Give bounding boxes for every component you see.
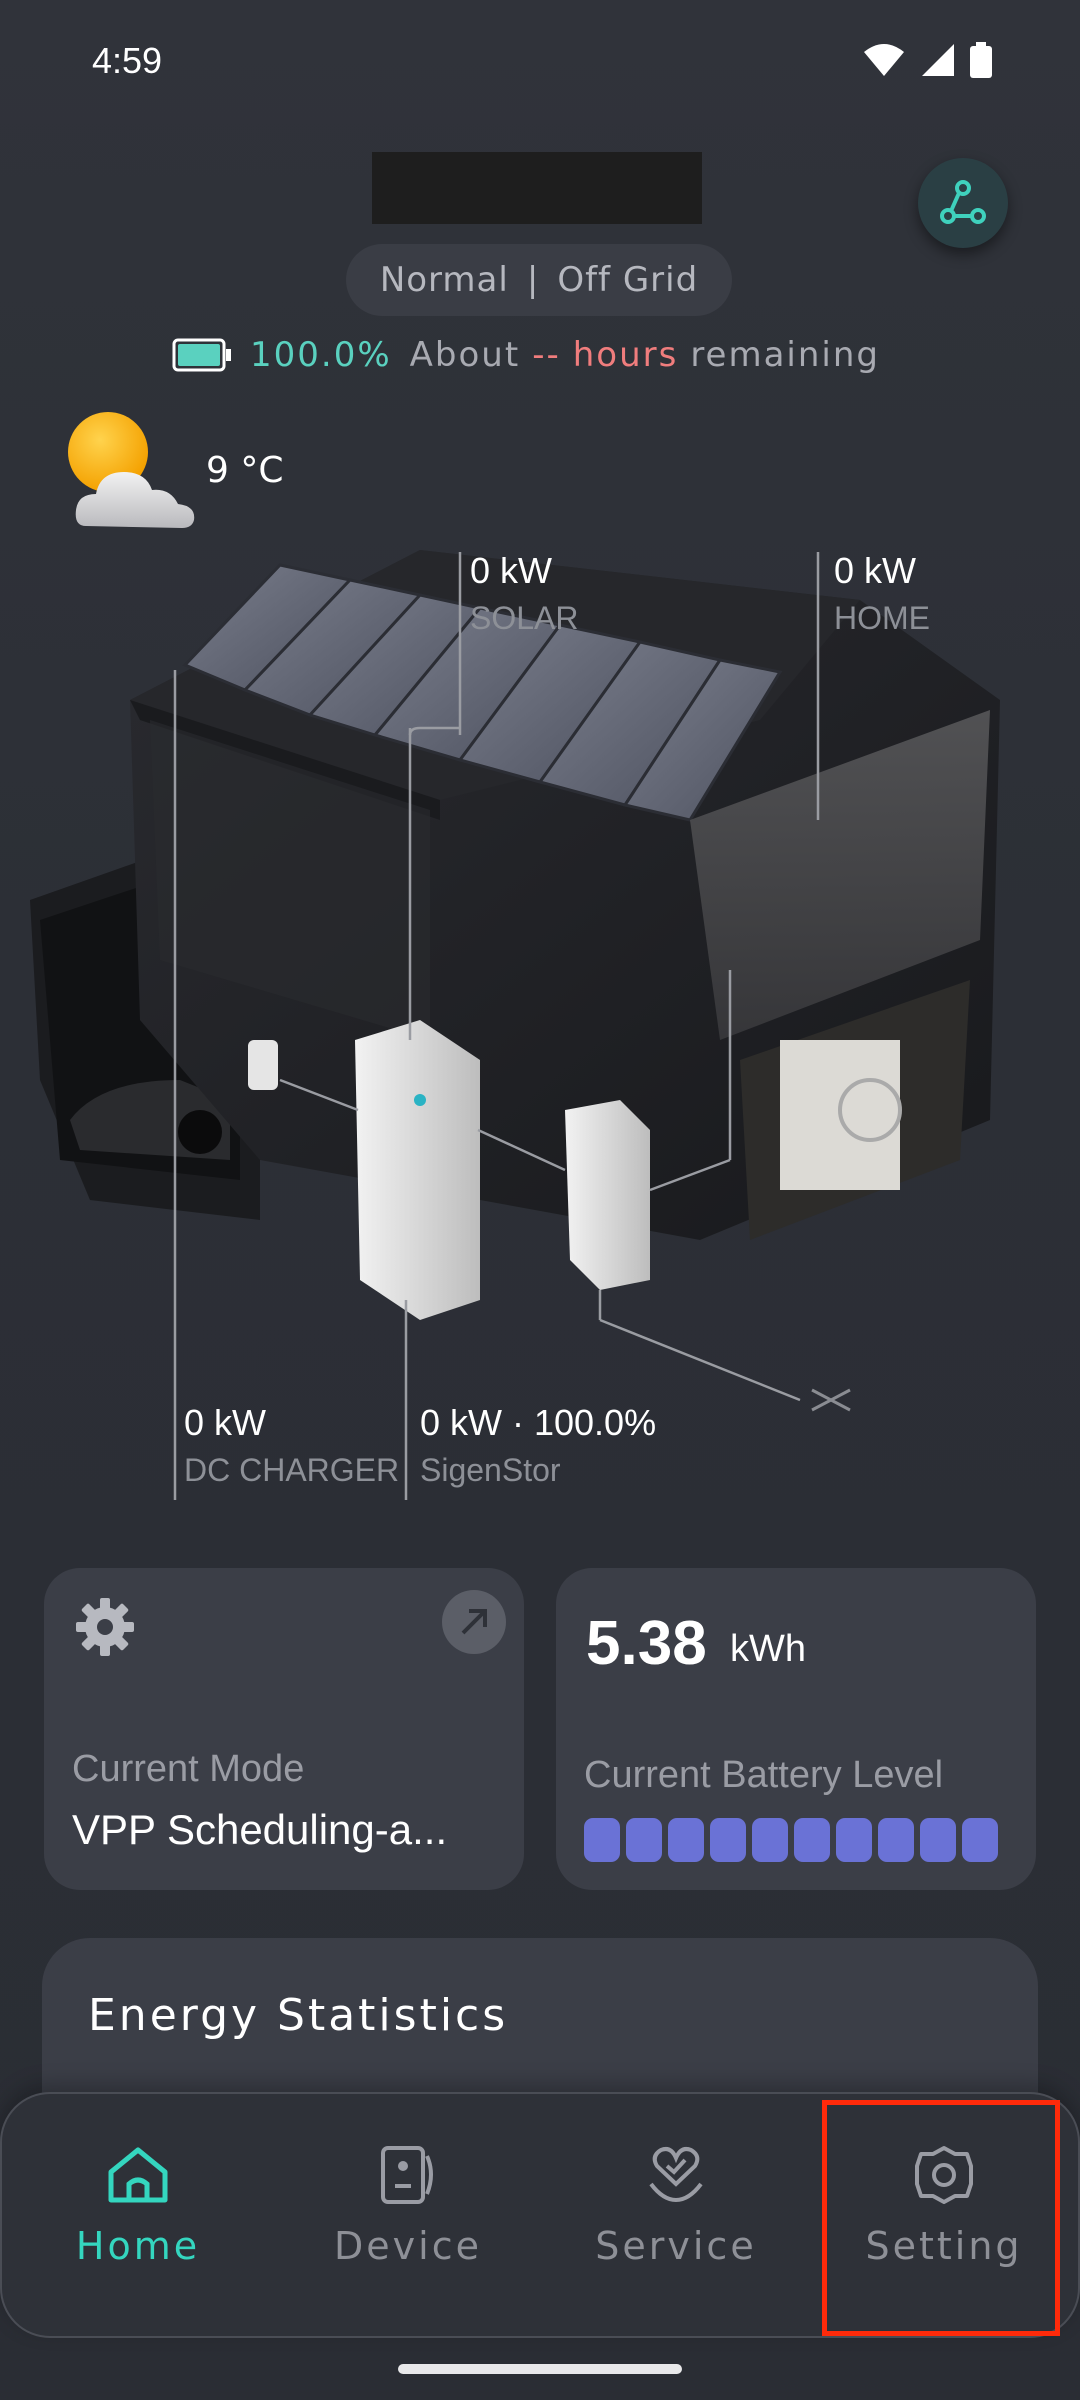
battery-level-segment <box>710 1818 746 1862</box>
dc-charger-flow: 0 kW DC CHARGER <box>184 1402 399 1489</box>
home-label: HOME <box>834 600 930 636</box>
status-bar: 4:59 <box>0 0 1080 120</box>
battery-status-icon <box>970 42 992 78</box>
site-name-redacted <box>372 152 702 224</box>
arrow-up-right-icon <box>461 1609 487 1635</box>
battery-energy-value: 5.38 <box>586 1609 707 1678</box>
nav-home[interactable]: Home <box>28 2144 248 2304</box>
battery-level-segment <box>962 1818 998 1862</box>
service-icon <box>649 2147 703 2203</box>
home-icon <box>108 2147 168 2203</box>
sigenstor-unit <box>355 1020 480 1320</box>
nav-device-label: Device <box>334 2224 482 2268</box>
battery-level-card[interactable]: 5.38 kWh Current Battery Level <box>556 1568 1036 1890</box>
battery-level-label: Current Battery Level <box>584 1754 944 1796</box>
battery-energy-unit: kWh <box>730 1628 806 1670</box>
solar-power-value: 0 kW <box>470 550 553 591</box>
battery-level-segment <box>878 1818 914 1862</box>
nav-home-label: Home <box>75 2224 201 2268</box>
status-icons <box>862 42 992 78</box>
gear-icon <box>76 1598 134 1656</box>
setting-highlight-box <box>822 2100 1060 2336</box>
energy-statistics-title: Energy Statistics <box>88 1990 509 2041</box>
grid-mode-pill: Normal | Off Grid <box>346 244 732 316</box>
sigenstor-flow: 0 kW · 100.0% SigenStor <box>420 1402 656 1489</box>
sigenstor-power-value: 0 kW · 100.0% <box>420 1402 657 1443</box>
hours-value: -- <box>532 335 561 375</box>
hours-word: hours <box>572 335 679 375</box>
battery-level-segment <box>626 1818 662 1862</box>
wifi-icon <box>864 44 904 76</box>
house-illustration <box>30 550 1000 1500</box>
weather-temperature: 9 °C <box>206 450 284 491</box>
dc-charger-power-value: 0 kW <box>184 1402 267 1443</box>
nav-service[interactable]: Service <box>566 2144 786 2304</box>
share-icon <box>940 180 986 224</box>
battery-level-segment <box>584 1818 620 1862</box>
signal-icon <box>922 44 954 76</box>
nav-device[interactable]: Device <box>298 2144 518 2304</box>
current-mode-label: Current Mode <box>72 1748 305 1790</box>
home-power-value: 0 kW <box>834 550 917 591</box>
home-flow: 0 kW HOME <box>834 550 930 637</box>
about-text: About <box>409 335 521 375</box>
battery-percent: 100.0% <box>250 335 392 375</box>
home-indicator <box>398 2364 682 2374</box>
mode-off-grid: Off Grid <box>557 260 699 300</box>
battery-level-segment <box>920 1818 956 1862</box>
inverter-unit <box>565 1100 650 1290</box>
grid-icon <box>811 1388 851 1412</box>
current-mode-value: VPP Scheduling-a... <box>72 1806 448 1853</box>
battery-level-segment <box>752 1818 788 1862</box>
battery-level-segment <box>836 1818 872 1862</box>
mode-separator: | <box>526 260 540 300</box>
solar-flow: 0 kW SOLAR <box>470 550 578 637</box>
battery-icon <box>172 338 231 372</box>
solar-label: SOLAR <box>470 600 579 636</box>
battery-level-segment <box>668 1818 704 1862</box>
share-button[interactable] <box>918 158 1008 248</box>
remaining-text: remaining <box>690 335 881 375</box>
nav-service-label: Service <box>595 2224 757 2268</box>
current-mode-card[interactable]: Current Mode VPP Scheduling-a... <box>44 1568 524 1890</box>
device-icon <box>381 2146 433 2204</box>
dc-charger-unit <box>248 1040 278 1090</box>
mode-normal: Normal <box>379 260 509 300</box>
battery-summary: 100.0% About -- hours remaining <box>172 330 880 380</box>
open-mode-button[interactable] <box>442 1590 506 1654</box>
dc-charger-label: DC CHARGER <box>184 1452 400 1488</box>
status-time: 4:59 <box>92 40 163 81</box>
battery-level-segment <box>794 1818 830 1862</box>
battery-level-bars <box>584 1818 998 1862</box>
sigenstor-label: SigenStor <box>420 1452 561 1488</box>
